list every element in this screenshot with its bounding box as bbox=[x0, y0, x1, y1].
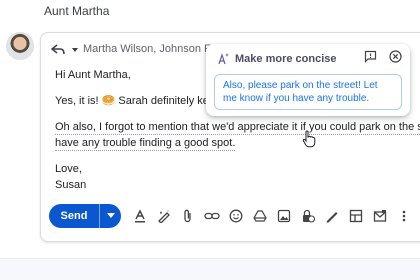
more-vert-icon[interactable] bbox=[395, 207, 413, 225]
ai-suggestion-text[interactable]: Also, please park on the street! Let me … bbox=[214, 74, 402, 110]
reply-type-selector[interactable] bbox=[51, 41, 79, 59]
compose-toolbar: Send bbox=[49, 203, 413, 229]
format-text-icon[interactable] bbox=[131, 207, 149, 225]
send-button[interactable]: Send bbox=[49, 204, 99, 228]
body-line-3: have any trouble finding a good spot. bbox=[55, 137, 236, 151]
recipients-field[interactable]: Martha Wilson, Johnson Fami bbox=[83, 43, 223, 55]
dropdown-icon bbox=[106, 213, 115, 218]
ai-suggestion-card: Make more concise Also, please park on t… bbox=[206, 44, 410, 116]
close-icon[interactable] bbox=[389, 50, 402, 63]
avatar bbox=[6, 32, 34, 60]
send-button-group: Send bbox=[49, 204, 121, 228]
bottom-bar bbox=[0, 258, 420, 280]
ai-suggestion-title: Make more concise bbox=[235, 53, 337, 65]
send-options-button[interactable] bbox=[99, 204, 121, 228]
link-icon[interactable] bbox=[203, 207, 221, 225]
layout-icon[interactable] bbox=[347, 207, 365, 225]
template-icon[interactable] bbox=[371, 207, 389, 225]
signature-icon[interactable] bbox=[323, 207, 341, 225]
reply-icon bbox=[51, 44, 65, 55]
lock-clock-icon[interactable] bbox=[299, 207, 317, 225]
attach-icon[interactable] bbox=[179, 207, 197, 225]
dropdown-icon bbox=[72, 48, 78, 52]
body-closing: Love, bbox=[55, 163, 82, 175]
feedback-icon[interactable] bbox=[364, 50, 377, 63]
drive-icon[interactable] bbox=[251, 207, 269, 225]
ai-pen-icon[interactable] bbox=[155, 207, 173, 225]
body-line-2: Oh also, I forgot to mention that we'd a… bbox=[55, 119, 420, 135]
pointer-cursor-icon bbox=[302, 130, 316, 148]
body-signature: Susan bbox=[55, 179, 87, 191]
emoji-icon[interactable] bbox=[227, 207, 245, 225]
previous-sender-name: Aunt Martha bbox=[44, 4, 110, 18]
sparkle-icon bbox=[218, 53, 229, 65]
photo-icon[interactable] bbox=[275, 207, 293, 225]
